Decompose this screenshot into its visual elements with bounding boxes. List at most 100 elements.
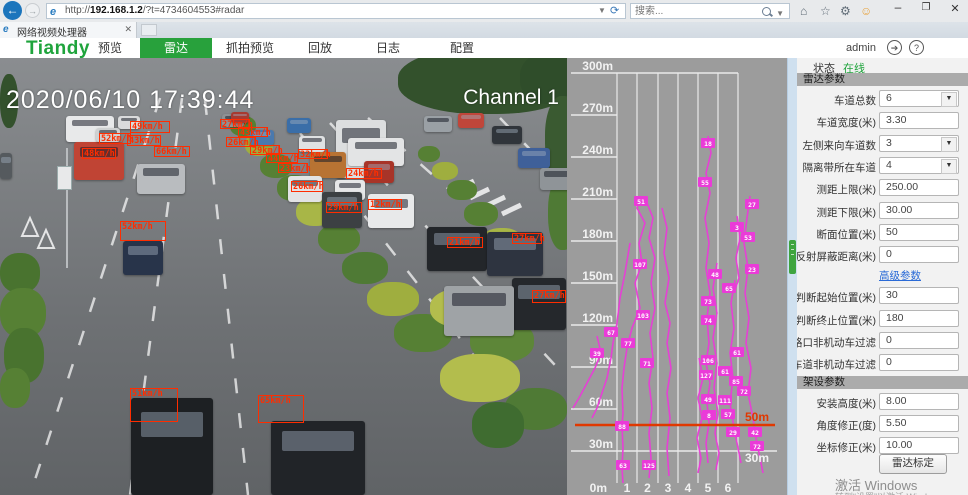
- admin-user-label: admin: [846, 42, 876, 54]
- param-row: 角度修正(度)5.50: [797, 415, 968, 435]
- target-id-marker: 111: [719, 397, 731, 405]
- browser-tab[interactable]: e 网络视频处理器 ✕: [0, 22, 137, 38]
- nav-tab-预览[interactable]: 预览: [80, 38, 140, 58]
- param-row: 判断终止位置(米)180: [797, 310, 968, 330]
- logout-icon[interactable]: ➔: [887, 40, 902, 55]
- detection-overlays: 52km/h51km/h65km/h24km/h29km/h12km/h21km…: [0, 58, 567, 495]
- nav-tab-回放[interactable]: 回放: [288, 38, 352, 58]
- param-input[interactable]: 30.00: [879, 202, 959, 219]
- param-input[interactable]: 0: [879, 354, 959, 371]
- target-id-marker: 39: [593, 350, 601, 358]
- section-line-label: 50m: [745, 410, 769, 424]
- param-select[interactable]: 4▼: [879, 157, 959, 174]
- section-header-雷达参数: 雷达参数: [797, 73, 968, 86]
- radar-plot-panel[interactable]: 300m270m240m210m180m150m120m90m60m30m50m…: [567, 58, 787, 495]
- target-id-marker: 42: [751, 429, 759, 437]
- param-label: 判断起始位置(米): [797, 290, 876, 305]
- back-button[interactable]: ←: [3, 1, 22, 20]
- param-select[interactable]: 6▼: [879, 90, 959, 107]
- speed-detection-box: 43km/h: [127, 135, 161, 146]
- panel-splitter[interactable]: [787, 58, 797, 495]
- splitter-handle[interactable]: [789, 240, 796, 274]
- nav-tab-日志[interactable]: 日志: [352, 38, 424, 58]
- param-select[interactable]: 3▼: [879, 135, 959, 152]
- param-label: 测距下限(米): [817, 205, 877, 220]
- param-input[interactable]: 5.50: [879, 415, 959, 432]
- param-label: 路口非机动车过滤: [797, 335, 876, 350]
- speed-detection-box: 27km/h: [532, 290, 566, 303]
- chevron-down-icon[interactable]: ▼: [941, 137, 957, 152]
- target-id-marker: 27: [748, 201, 756, 209]
- window-close-button[interactable]: ✕: [944, 2, 966, 20]
- window-maximize-button[interactable]: ❐: [914, 2, 938, 20]
- param-label: 角度修正(度): [817, 418, 877, 433]
- nav-tab-配置[interactable]: 配置: [424, 38, 500, 58]
- search-icon[interactable]: [762, 7, 771, 16]
- tab-close-icon[interactable]: ✕: [124, 24, 132, 35]
- address-bar[interactable]: ehttp://192.168.1.2/?t=4734604553#radar: [46, 3, 626, 19]
- param-input[interactable]: 30: [879, 287, 959, 304]
- speed-label: 21km/h: [449, 238, 480, 248]
- channel-label: Channel 1: [463, 86, 559, 110]
- window-minimize-button[interactable]: –: [886, 0, 910, 18]
- activate-windows-watermark-line2: 转到“设置”以激活 Windows。: [835, 490, 952, 495]
- speed-label: 51km/h: [132, 389, 163, 399]
- target-id-marker: 61: [733, 349, 741, 357]
- near-limit-label: 30m: [745, 451, 769, 465]
- param-input[interactable]: 8.00: [879, 393, 959, 410]
- gear-settings-icon[interactable]: ⚙: [840, 4, 851, 18]
- app-navbar: Tiandy 预览雷达抓拍预览回放日志配置 admin ➔ ?: [0, 38, 968, 59]
- lane-number-label: 4: [685, 481, 692, 495]
- param-label: 反射屏蔽距离(米): [797, 249, 876, 264]
- speed-label: 48km/h: [84, 149, 115, 159]
- star-favorites-icon[interactable]: ☆: [820, 4, 831, 18]
- help-icon[interactable]: ?: [909, 40, 924, 55]
- target-id-marker: 29: [729, 429, 737, 437]
- lane-number-label: 6: [725, 481, 732, 495]
- speed-detection-box: 51km/h: [130, 388, 178, 422]
- address-dropdown-icon[interactable]: ▼: [598, 6, 606, 15]
- speed-label: 32km/h: [300, 150, 331, 160]
- param-input[interactable]: 50: [879, 224, 959, 241]
- param-label: 车道宽度(米): [817, 115, 877, 130]
- feedback-smiley-icon[interactable]: ☺: [860, 4, 872, 18]
- param-input[interactable]: 10.00: [879, 437, 959, 454]
- param-input[interactable]: 250.00: [879, 179, 959, 196]
- speed-label: 27km/h: [534, 291, 565, 301]
- refresh-icon[interactable]: ⟳: [610, 4, 619, 17]
- distance-tick-label: 180m: [582, 227, 613, 241]
- target-id-marker: 88: [618, 423, 626, 431]
- target-id-marker: 72: [753, 443, 761, 451]
- distance-tick-label: 240m: [582, 143, 613, 157]
- chevron-down-icon[interactable]: ▼: [941, 159, 957, 174]
- video-panel[interactable]: 52km/h51km/h65km/h24km/h29km/h12km/h21km…: [0, 58, 567, 495]
- url-host: 192.168.1.2: [90, 5, 143, 16]
- speed-detection-box: 66km/h: [154, 146, 190, 157]
- speed-detection-box: 21km/h: [447, 237, 483, 248]
- search-input[interactable]: [633, 4, 757, 19]
- param-row: 车道宽度(米)3.30: [797, 112, 968, 132]
- param-input[interactable]: 180: [879, 310, 959, 327]
- home-icon[interactable]: ⌂: [800, 4, 807, 18]
- lane-number-label: 3: [665, 481, 672, 495]
- nav-tab-抓拍预览[interactable]: 抓拍预览: [212, 38, 288, 58]
- target-id-marker: 61: [721, 368, 729, 376]
- param-input[interactable]: 0: [879, 332, 959, 349]
- search-dropdown-icon[interactable]: ▼: [776, 9, 784, 18]
- radar-calibrate-button[interactable]: 雷达标定: [879, 454, 947, 474]
- search-box[interactable]: ▼: [630, 3, 790, 19]
- chevron-down-icon[interactable]: ▼: [941, 92, 957, 107]
- param-input[interactable]: 0: [879, 246, 959, 263]
- forward-button[interactable]: →: [25, 3, 40, 18]
- new-tab-button[interactable]: [141, 24, 157, 36]
- param-input[interactable]: 3.30: [879, 112, 959, 129]
- browser-chrome: ← → ehttp://192.168.1.2/?t=4734604553#ra…: [0, 0, 968, 23]
- lane-number-label: 2: [644, 481, 651, 495]
- nav-tab-雷达[interactable]: 雷达: [140, 38, 212, 58]
- speed-detection-box: 52km/h: [99, 133, 131, 144]
- speed-label: 66km/h: [156, 147, 187, 157]
- radar-params-panel: 状态在线 雷达参数车道总数6▼车道宽度(米)3.30左侧来向车道数3▼隔离带所在…: [797, 58, 968, 495]
- advanced-params-link[interactable]: 高级参数: [879, 268, 921, 283]
- target-id-marker: 49: [704, 396, 712, 404]
- target-id-marker: 18: [704, 140, 712, 148]
